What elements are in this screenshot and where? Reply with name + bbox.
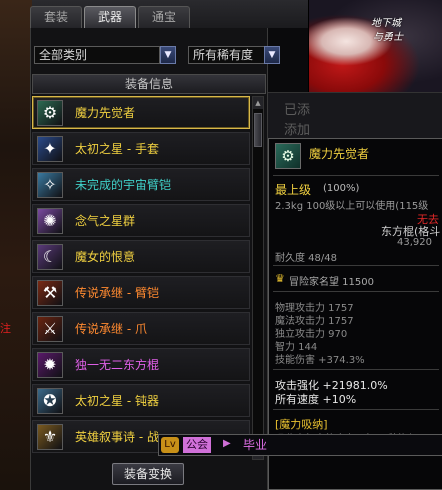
character-artwork: 地下城 与勇士 <box>308 0 442 92</box>
robot-icon: ⚙ <box>37 99 63 126</box>
item-list-scrollbar[interactable]: ▲ ▼ <box>252 96 264 460</box>
divider <box>273 369 439 370</box>
tooltip-item-name: 魔力先觉者 <box>309 147 370 161</box>
list-item[interactable]: ✹ 独一无二东方棍 <box>32 348 250 381</box>
mace-icon: ✪ <box>37 387 63 414</box>
witch-icon: ☾ <box>37 243 63 270</box>
behind-text-1: 已添 <box>284 103 311 118</box>
scrollbar-thumb[interactable] <box>254 113 262 147</box>
category-select[interactable]: 全部类别 <box>34 46 160 64</box>
prestige-icon: ♛ <box>275 272 285 285</box>
list-item[interactable]: ☾ 魔女的恨意 <box>32 240 250 273</box>
weight-level-line: 2.3kg 100级以上可以使用(115级 <box>275 201 429 212</box>
staff-icon: ✹ <box>37 351 63 378</box>
divider <box>273 291 439 292</box>
warning-fragment: 注 <box>0 322 11 335</box>
item-name: 念气之星群 <box>75 214 136 228</box>
chat-message-text: 毕业 <box>243 438 268 452</box>
list-item[interactable]: ✪ 太初之星 - 钝器 <box>32 384 250 417</box>
list-item[interactable]: ✺ 念气之星群 <box>32 204 250 237</box>
star-cluster-icon: ✺ <box>37 207 63 234</box>
item-name: 传说承继 - 臂铠 <box>75 286 159 300</box>
tab-weapons[interactable]: 武器 <box>84 6 136 28</box>
tab-tongbao[interactable]: 通宝 <box>138 6 190 28</box>
arrow-right-icon: ▶ <box>223 438 231 449</box>
divider <box>273 175 439 176</box>
list-item[interactable]: ✦ 太初之星 - 手套 <box>32 132 250 165</box>
max-level-percent: (100%) <box>323 183 360 194</box>
item-name: 未完成的宇宙臂铠 <box>75 178 172 192</box>
guild-channel-tag[interactable]: 公会 <box>183 437 211 453</box>
legacy-bracer-icon: ⚒ <box>37 279 63 306</box>
level-badge-icon: Lv <box>161 437 179 453</box>
durability: 耐久度 48/48 <box>275 253 337 264</box>
scroll-up-icon[interactable]: ▲ <box>253 97 263 109</box>
divider <box>273 265 439 266</box>
list-item[interactable]: ✧ 未完成的宇宙臂铠 <box>32 168 250 201</box>
claw-icon: ⚔ <box>37 315 63 342</box>
item-name: 独一无二东方棍 <box>75 358 160 372</box>
all-speed: 所有速度 +10% <box>275 393 357 406</box>
item-name: 太初之星 - 手套 <box>75 142 159 156</box>
stat-skill-damage: 技能伤害 +374.3% <box>275 355 365 366</box>
bracer-icon: ✧ <box>37 171 63 198</box>
item-name: 传说承继 - 爪 <box>75 322 147 336</box>
item-name: 魔力先觉者 <box>75 106 136 120</box>
item-name: 太初之星 - 钝器 <box>75 394 159 408</box>
game-logo-text-2: 与勇士 <box>373 32 403 43</box>
chat-message[interactable]: Lv 公会 ▶ 毕业 <box>158 434 442 456</box>
item-name: 魔女的恨意 <box>75 250 136 264</box>
rarity-chevron-down-icon[interactable]: ▼ <box>264 46 280 64</box>
item-name: 英雄叙事诗 - 战… <box>75 430 171 444</box>
robot-icon: ⚙ <box>275 143 301 169</box>
max-level-label: 最上级 <box>275 183 312 197</box>
category-chevron-down-icon[interactable]: ▼ <box>160 46 176 64</box>
equip-change-button[interactable]: 装备变换 <box>112 463 184 485</box>
gauntlet-icon: ✦ <box>37 135 63 162</box>
tab-set[interactable]: 套装 <box>30 6 82 28</box>
epic-icon: ⚜ <box>37 423 63 450</box>
list-item[interactable]: ⚙ 魔力先觉者 <box>32 96 250 129</box>
equipped-slot-panel: 已添 添加 <box>268 92 442 140</box>
behind-text-2: 添加 <box>284 123 311 138</box>
divider <box>273 409 439 410</box>
section-title: 装备信息 <box>32 74 266 94</box>
sell-price: 43,920 <box>397 237 432 248</box>
list-item[interactable]: ⚒ 传说承继 - 臂铠 <box>32 276 250 309</box>
prestige-value: 冒险家名望 11500 <box>289 277 374 288</box>
list-item[interactable]: ⚔ 传说承继 - 爪 <box>32 312 250 345</box>
game-logo-text-1: 地下城 <box>371 18 401 29</box>
game-background-strip: 注 <box>0 0 32 490</box>
